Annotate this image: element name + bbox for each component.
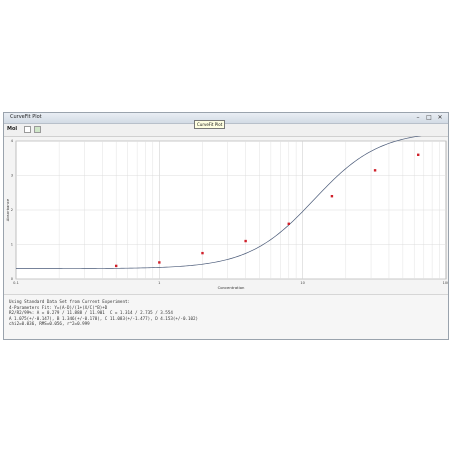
title-bar[interactable]: CurveFit Plot – □ ✕ — [4, 113, 448, 124]
console-line: 4-Parameters Fit: Y=(A-D)/(1+(X/C)^B)+D — [9, 304, 108, 310]
y-tick-label: 4 — [11, 139, 14, 143]
data-point — [373, 169, 377, 172]
console-line: chi2=0.036, RMS=0.056, r^2=0.999 — [9, 321, 90, 327]
data-point — [417, 153, 420, 156]
print-icon[interactable] — [24, 126, 31, 133]
output-console: Using Standard Data Set from Current Exp… — [4, 294, 448, 339]
curvefit-window: CurveFit Plot – □ ✕ Mol CurveFit Plot 0.… — [3, 112, 449, 340]
data-point — [330, 195, 334, 198]
console-line: A 1.075(+/-0.147), B 1.346(+/-0.178), C … — [9, 315, 199, 321]
x-tick-label: 100 — [443, 281, 448, 285]
toolbar-label: Mol — [7, 126, 18, 132]
data-point — [287, 222, 290, 225]
x-tick-label: 1 — [158, 281, 160, 285]
y-tick-label: 1 — [11, 243, 13, 247]
y-tick-label: 3 — [11, 174, 13, 178]
x-axis-label: Concentration — [218, 285, 245, 290]
data-point — [158, 261, 161, 264]
save-icon[interactable] — [34, 126, 41, 133]
curve-fit-chart: 0.111010001234ConcentrationAbsorbance — [5, 136, 448, 290]
y-axis-label: Absorbance — [5, 198, 10, 221]
x-tick-label: 0.1 — [13, 281, 19, 285]
data-point — [201, 251, 204, 255]
y-tick-label: 2 — [11, 208, 13, 212]
minimize-button[interactable]: – — [414, 114, 422, 121]
maximize-button[interactable]: □ — [425, 114, 433, 121]
x-tick-label: 10 — [300, 281, 305, 285]
data-point — [244, 239, 247, 243]
console-line: Using Standard Data Set from Current Exp… — [9, 299, 131, 304]
close-button[interactable]: ✕ — [436, 114, 444, 121]
data-point — [114, 264, 118, 268]
window-title: CurveFit Plot — [10, 114, 42, 120]
console-line: R2/R2/99%: A = 0.279 / 11.888 / 11.901 C… — [9, 310, 173, 316]
tooltip: CurveFit Plot — [194, 120, 226, 129]
